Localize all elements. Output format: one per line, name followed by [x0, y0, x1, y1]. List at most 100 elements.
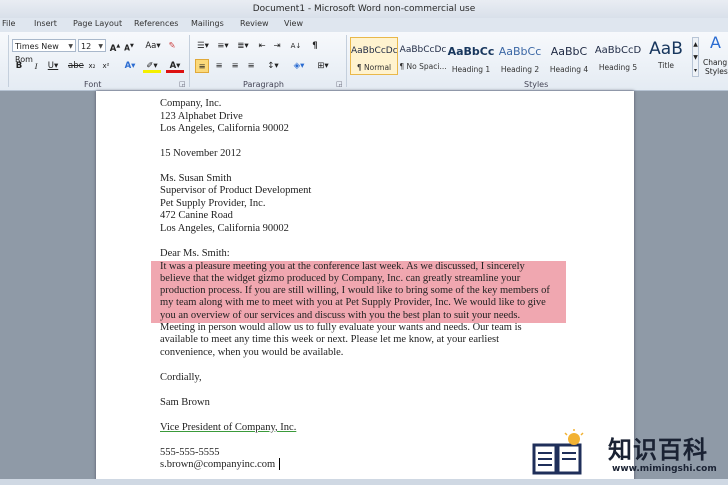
doc-line: Dear Ms. Smith: [160, 248, 230, 259]
borders-icon[interactable]: ⊞▾ [314, 59, 332, 73]
doc-line-selected: you an overview of our services and disc… [160, 310, 521, 321]
gallery-scroll[interactable]: ▲ ▼ ▾ [692, 37, 699, 77]
multilevel-list-icon[interactable]: ≣▾ [235, 39, 251, 53]
style-sample: AaBbCcDc [351, 46, 397, 56]
chevron-down-icon: ▼ [98, 43, 103, 50]
tab-insert[interactable]: Insert [34, 19, 57, 28]
doc-line-selected: It was a pleasure meeting you at the con… [160, 261, 525, 272]
text-cursor [279, 458, 280, 470]
shading-icon[interactable]: ◈▾ [290, 59, 308, 73]
book-lightbulb-logo-icon [532, 429, 584, 475]
style-name: Heading 4 [549, 65, 589, 74]
doc-line: Meeting in person would allow us to full… [160, 322, 522, 333]
decrease-indent-icon[interactable]: ⇤ [256, 39, 268, 53]
doc-line: 472 Canine Road [160, 210, 233, 221]
clear-formatting-icon[interactable]: ✎ [166, 39, 178, 53]
strikethrough-icon[interactable]: abe [68, 59, 84, 73]
chevron-down-icon: ▼ [68, 43, 73, 50]
tab-file[interactable]: File [2, 19, 15, 28]
doc-line: Los Angeles, California 90002 [160, 223, 289, 234]
style-title[interactable]: AaB Title [642, 37, 690, 75]
style-no-spacing[interactable]: AaBbCcDc ¶ No Spaci... [399, 37, 447, 75]
doc-line: Pet Supply Provider, Inc. [160, 198, 266, 209]
style-sample: AaBbCcD [594, 45, 642, 56]
doc-line-selected: believe that the widget gizmo produced b… [160, 273, 521, 284]
style-heading-5[interactable]: AaBbCcD Heading 5 [594, 37, 642, 75]
align-left-icon[interactable]: ≡ [195, 59, 209, 73]
tab-mailings[interactable]: Mailings [191, 19, 224, 28]
status-bar [0, 479, 728, 485]
dialog-launcher-icon[interactable]: ◲ [336, 80, 343, 88]
doc-line: Ms. Susan Smith [160, 173, 232, 184]
watermark-title: 知识百科 [608, 436, 708, 464]
numbering-icon[interactable]: ≡▾ [215, 39, 231, 53]
tab-references[interactable]: References [134, 19, 178, 28]
bold-icon[interactable]: B [14, 59, 24, 73]
doc-line: Sam Brown [160, 397, 210, 408]
style-sample: AaBbCc [447, 45, 495, 58]
change-styles-icon[interactable]: A [703, 35, 728, 51]
highlight-color-icon[interactable]: ✐▾ [143, 59, 161, 73]
window-title-bar: Document1 - Microsoft Word non-commercia… [0, 0, 728, 18]
tab-page-layout[interactable]: Page Layout [73, 19, 122, 28]
grow-font-icon[interactable]: A▲ [109, 39, 121, 54]
tab-review[interactable]: Review [240, 19, 269, 28]
dialog-launcher-icon[interactable]: ◲ [179, 80, 186, 88]
change-styles-label-2[interactable]: Styles [705, 65, 728, 79]
doc-line: 15 November 2012 [160, 148, 242, 159]
window-title: Document1 - Microsoft Word non-commercia… [252, 4, 476, 14]
style-sample: AaBbCc [498, 45, 542, 58]
font-size-value: 12 [81, 42, 92, 51]
doc-line: s.brown@companyinc.com [160, 459, 276, 470]
doc-line: 123 Alphabet Drive [160, 111, 243, 122]
text-effects-icon[interactable]: A▾ [122, 59, 138, 73]
style-sample: AaB [649, 39, 683, 59]
style-heading-1[interactable]: AaBbCc Heading 1 [447, 37, 495, 75]
doc-line-selected: production process. If you are still wil… [160, 285, 550, 296]
style-heading-4[interactable]: AaBbC Heading 4 [545, 37, 593, 75]
doc-line-selected: my team along with me to meet with you a… [160, 297, 546, 308]
doc-line: Supervisor of Product Development [160, 185, 312, 196]
group-separator [189, 35, 190, 87]
ribbon: Times New Rom ▼ 12 ▼ A▲ A▼ Aa▾ ✎ B I U▾ ab… [0, 32, 728, 91]
font-name-combo[interactable]: Times New Rom ▼ [12, 39, 76, 64]
italic-icon[interactable]: I [31, 59, 41, 73]
align-right-icon[interactable]: ≡ [228, 59, 242, 73]
doc-line: Los Angeles, California 90002 [160, 123, 289, 134]
style-heading-2[interactable]: AaBbCc Heading 2 [496, 37, 544, 75]
paragraph-group-label: Paragraph [243, 80, 284, 89]
font-size-combo[interactable]: 12 ▼ [78, 39, 106, 52]
doc-line: 555-555-5555 [160, 447, 220, 458]
style-name: Heading 2 [500, 65, 540, 74]
style-name: ¶ Normal [356, 63, 392, 72]
style-sample: AaBbCcDc [399, 45, 447, 55]
shrink-font-icon[interactable]: A▼ [123, 39, 135, 53]
styles-group-label: Styles [524, 80, 549, 89]
style-name: ¶ No Spaci... [399, 62, 447, 71]
style-name: Heading 1 [451, 65, 491, 74]
style-name: Heading 5 [598, 63, 638, 72]
style-name: Title [657, 61, 675, 70]
superscript-icon[interactable]: x² [101, 59, 111, 73]
change-case-icon[interactable]: Aa▾ [145, 39, 161, 53]
justify-icon[interactable]: ≡ [244, 59, 258, 73]
show-marks-icon[interactable]: ¶ [309, 39, 321, 53]
subscript-icon[interactable]: x₂ [87, 59, 97, 73]
doc-line: available to meet any time this week or … [160, 334, 499, 345]
align-center-icon[interactable]: ≡ [212, 59, 226, 73]
underline-icon[interactable]: U▾ [46, 59, 60, 73]
bullets-icon[interactable]: ☰▾ [195, 39, 211, 53]
ribbon-tabs: File Insert Page Layout References Maili… [0, 18, 728, 32]
tab-view[interactable]: View [284, 19, 303, 28]
watermark-url: www.mimingshi.com [612, 464, 717, 474]
increase-indent-icon[interactable]: ⇥ [271, 39, 283, 53]
style-normal[interactable]: AaBbCcDc ¶ Normal [350, 37, 398, 75]
sort-icon[interactable]: A↓ [289, 39, 303, 53]
group-separator [346, 35, 347, 87]
line-spacing-icon[interactable]: ↕▾ [264, 59, 282, 73]
font-color-icon[interactable]: A▾ [166, 59, 184, 73]
doc-line: convenience, when you would be available… [160, 347, 344, 358]
style-sample: AaBbC [550, 45, 588, 58]
font-group-label: Font [84, 80, 102, 89]
doc-line: Vice President of Company, Inc. [160, 422, 297, 433]
